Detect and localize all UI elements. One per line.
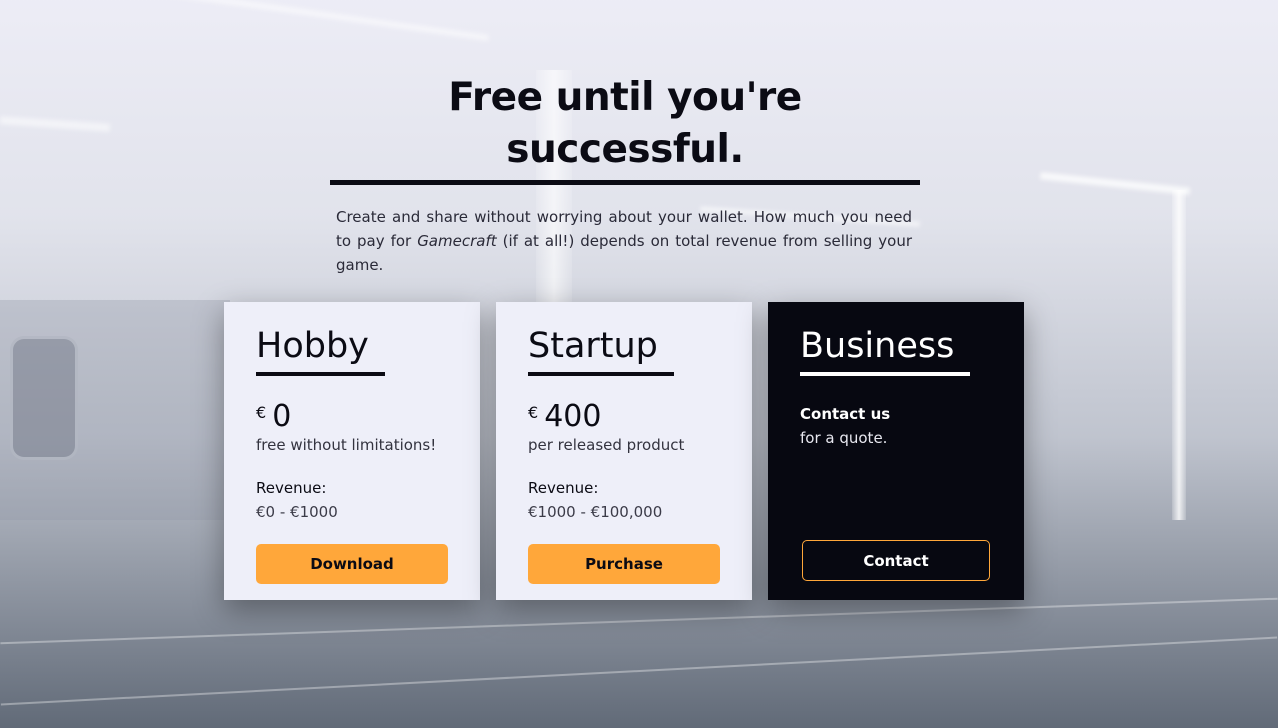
background-light-beam <box>1040 172 1190 195</box>
background-train-window <box>10 336 78 460</box>
plan-price: € 400 <box>528 400 720 434</box>
contact-button[interactable]: Contact <box>802 540 990 581</box>
background-light-beam <box>161 0 489 41</box>
plan-price: € 0 <box>256 400 448 434</box>
background-light-pillar <box>1172 190 1186 520</box>
revenue-label: Revenue: <box>528 479 599 497</box>
revenue-range: €0 - €1000 <box>256 503 338 521</box>
price-currency: € <box>528 403 539 422</box>
plan-card-hobby: Hobby € 0 free without limitations! Reve… <box>224 302 480 600</box>
plan-name: Hobby <box>256 324 385 376</box>
price-note: free without limitations! <box>256 436 437 454</box>
background-floor-line <box>0 636 1278 706</box>
purchase-button[interactable]: Purchase <box>528 544 720 584</box>
price-note: per released product <box>528 436 685 454</box>
price-currency: € <box>256 403 267 422</box>
download-button[interactable]: Download <box>256 544 448 584</box>
plan-card-business: Business Contact us for a quote. Contact <box>768 302 1024 600</box>
quote-note: for a quote. <box>800 429 888 447</box>
page-title: Free until you're successful. <box>448 75 802 172</box>
background-light-beam <box>0 116 111 132</box>
contact-us-text: Contact us <box>800 405 891 423</box>
title-underline <box>330 180 920 185</box>
product-name: Gamecraft <box>417 232 497 250</box>
plan-name: Business <box>800 324 971 376</box>
intro-text: Create and share without worrying about … <box>336 205 912 277</box>
plan-name: Startup <box>528 324 674 376</box>
revenue-label: Revenue: <box>256 479 327 497</box>
price-amount: 400 <box>544 399 602 434</box>
price-amount: 0 <box>272 399 292 434</box>
pricing-header: Free until you're successful. Create and… <box>330 72 920 277</box>
revenue-range: €1000 - €100,000 <box>528 503 663 521</box>
plan-card-startup: Startup € 400 per released product Reven… <box>496 302 752 600</box>
background-floor-line <box>0 597 1278 645</box>
